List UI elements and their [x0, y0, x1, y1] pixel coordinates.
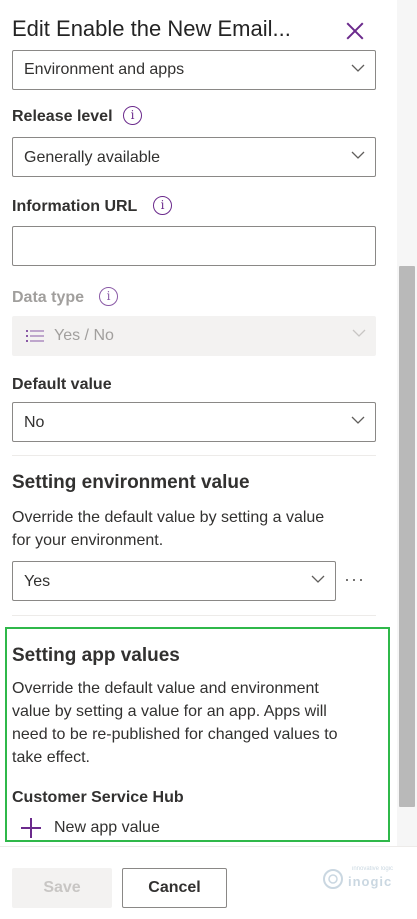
new-app-value-label: New app value: [54, 819, 160, 836]
scrollbar-thumb[interactable]: [399, 266, 415, 807]
chevron-down-icon: [352, 326, 366, 340]
cancel-button[interactable]: Cancel: [122, 868, 227, 908]
data-type-value: Yes / No: [54, 327, 114, 344]
category-select[interactable]: Environment and apps: [12, 50, 376, 90]
new-app-value-button[interactable]: New app value: [20, 815, 160, 841]
category-select-value: Environment and apps: [24, 61, 185, 78]
default-value-value: No: [24, 414, 45, 431]
chevron-down-icon: [351, 61, 365, 75]
data-type-select: Yes / No: [12, 316, 376, 356]
description-line: Override the default value by setting a …: [12, 509, 325, 526]
description-line: take effect.: [12, 749, 90, 766]
environment-value-select[interactable]: Yes: [12, 561, 336, 601]
app-values-title: Setting app values: [12, 645, 180, 666]
environment-value-value: Yes: [24, 573, 51, 590]
description-line: value by setting a value for an app. App…: [12, 703, 327, 720]
release-level-value: Generally available: [24, 149, 161, 166]
inogic-watermark: innovative logic inogic: [322, 866, 394, 890]
environment-value-description: Override the default value by setting a …: [12, 506, 324, 552]
information-url-label: Information URL: [12, 198, 138, 215]
info-icon[interactable]: i: [99, 287, 118, 306]
app-values-description: Override the default value and environme…: [12, 677, 338, 769]
chevron-down-icon: [351, 148, 365, 162]
release-level-select[interactable]: Generally available: [12, 137, 376, 177]
save-button[interactable]: Save: [12, 868, 112, 908]
description-line: need to be re-published for changed valu…: [12, 726, 338, 743]
default-value-label: Default value: [12, 376, 112, 393]
default-value-select[interactable]: No: [12, 402, 376, 442]
watermark-tagline: innovative logic: [352, 866, 394, 872]
description-line: for your environment.: [12, 532, 164, 549]
description-line: Override the default value and environme…: [12, 680, 319, 697]
section-divider: [12, 615, 376, 616]
panel-title: Edit Enable the New Email...: [12, 16, 291, 41]
data-type-label: Data type: [12, 289, 85, 306]
environment-value-title: Setting environment value: [12, 472, 250, 493]
more-icon[interactable]: ···: [344, 570, 368, 588]
information-url-input[interactable]: [12, 226, 376, 266]
watermark-brand: inogic: [348, 874, 393, 889]
release-level-label: Release level: [12, 108, 113, 125]
info-icon[interactable]: i: [123, 106, 142, 125]
edit-setting-panel: Edit Enable the New Email... Environment…: [0, 0, 417, 919]
close-icon[interactable]: [344, 20, 366, 42]
footer-divider: [0, 846, 417, 847]
info-icon[interactable]: i: [153, 196, 172, 215]
app-name-label: Customer Service Hub: [12, 789, 184, 806]
logo-icon: [323, 869, 343, 889]
plus-icon: [20, 817, 42, 839]
chevron-down-icon: [311, 572, 325, 586]
section-divider: [12, 455, 376, 456]
list-icon: [26, 329, 44, 343]
chevron-down-icon: [351, 413, 365, 427]
